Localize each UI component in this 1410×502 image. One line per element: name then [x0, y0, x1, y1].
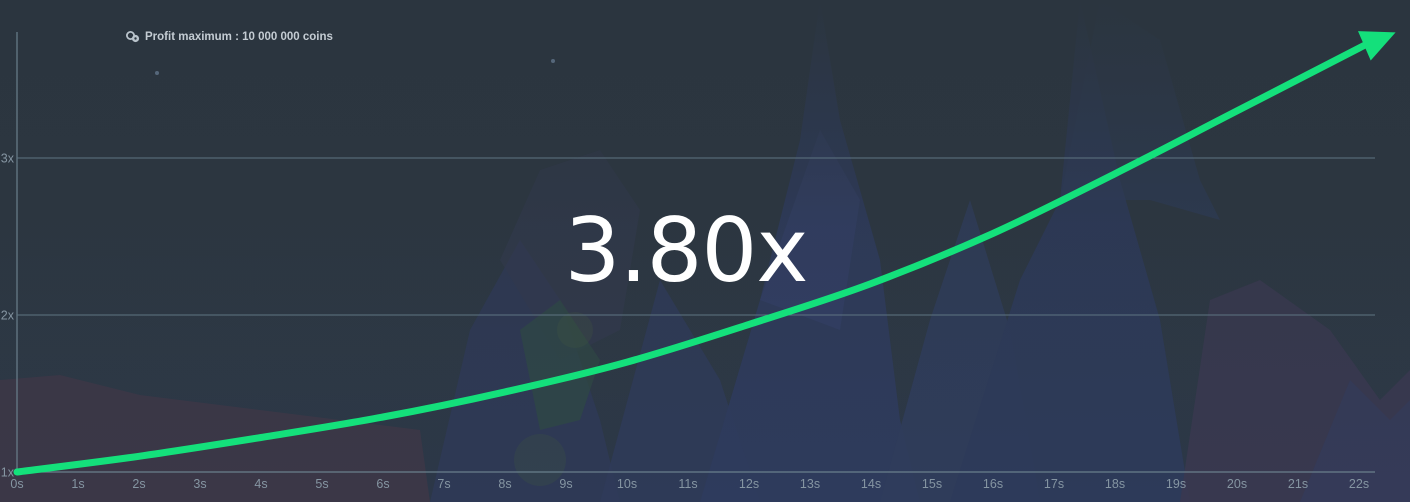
x-tick-label: 18s [1105, 477, 1125, 491]
x-tick-label: 17s [1044, 477, 1064, 491]
x-tick-label: 13s [800, 477, 820, 491]
coins-icon [126, 31, 140, 43]
profit-maximum-banner: Profit maximum : 10 000 000 coins [126, 29, 333, 45]
x-tick-label: 20s [1227, 477, 1247, 491]
x-tick-label: 10s [617, 477, 637, 491]
x-tick-label: 19s [1166, 477, 1186, 491]
x-tick-label: 16s [983, 477, 1003, 491]
x-tick-label: 7s [437, 477, 450, 491]
x-tick-label: 14s [861, 477, 881, 491]
game-stage: 1x 2x 3x 0s 1s 2s 3s 4s 5s 6s 7s 8s 9s 10s 11s 12s 13s 14… [0, 0, 1410, 502]
x-tick-label: 4s [254, 477, 267, 491]
x-tick-label: 6s [376, 477, 389, 491]
y-tick-label: 2x [1, 309, 15, 323]
profit-maximum-text: Profit maximum : 10 000 000 coins [145, 31, 333, 43]
multiplier-chart: 1x2x3x0s 1s 2s 3s 4s 5s 6s 7s 8s 9s 10s 11s 12s 13s 14… [1, 31, 1396, 492]
x-tick-label: 11s [678, 477, 697, 491]
x-tick-label: 22s [1349, 477, 1369, 491]
x-tick-label: 12s [739, 477, 759, 491]
multiplier-curve [13, 31, 1396, 476]
multiplier-curve-line [13, 38, 1376, 476]
x-tick-label: 5s [315, 477, 328, 491]
x-tick-label: 0s [10, 477, 23, 491]
x-tick-label: 8s [498, 477, 511, 491]
x-tick-label: 21s [1288, 477, 1308, 491]
x-tick-label: 1s [71, 477, 84, 491]
y-tick-label: 3x [1, 152, 15, 166]
x-tick-label: 15s [922, 477, 942, 491]
grid-lines [16, 32, 1375, 473]
x-tick-label: 2s [132, 477, 145, 491]
axis-tick-labels: 1x2x3x0s 1s 2s 3s 4s 5s 6s 7s 8s 9s 10s 11s 12s 13s 14… [1, 152, 1369, 492]
x-tick-label: 9s [559, 477, 572, 491]
x-tick-label: 3s [193, 477, 206, 491]
